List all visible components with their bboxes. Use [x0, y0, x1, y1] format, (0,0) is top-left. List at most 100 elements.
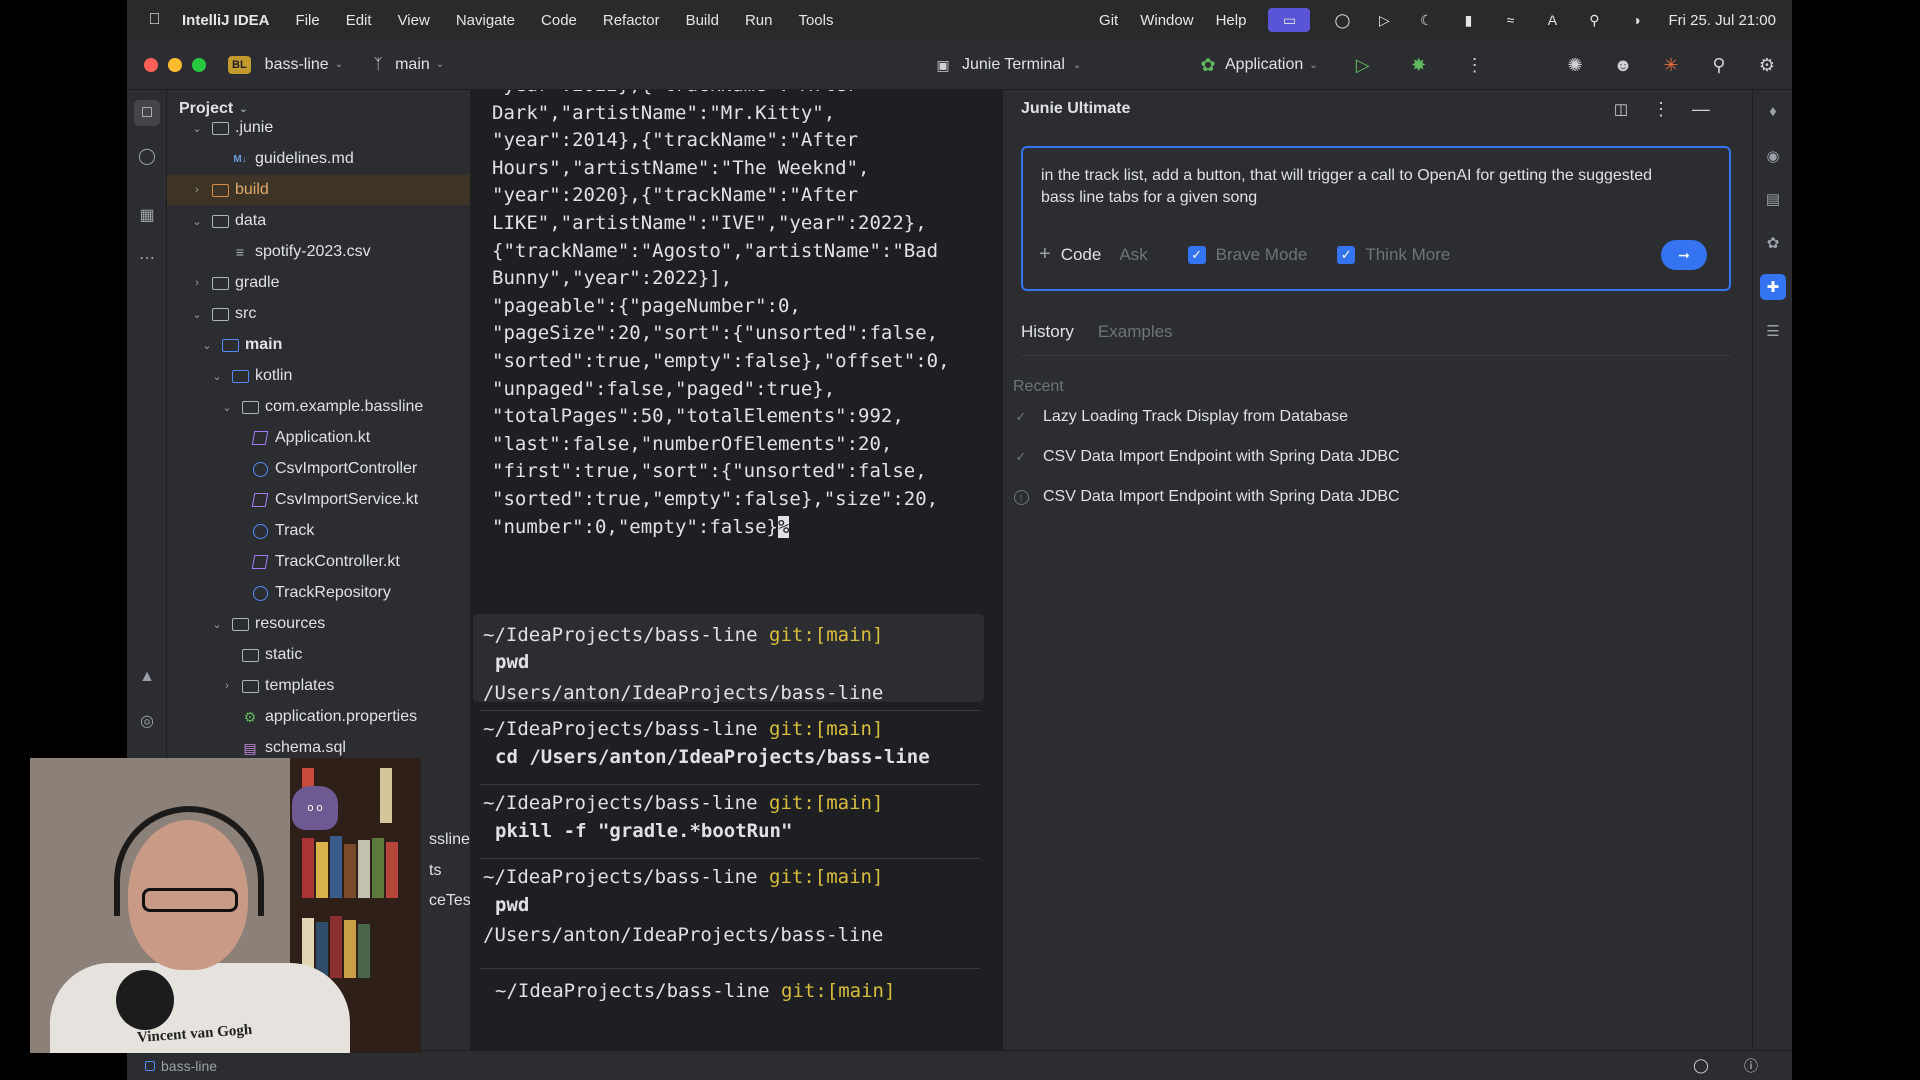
- chevron-down-icon[interactable]: ⌄: [199, 339, 215, 352]
- minimize-panel-icon[interactable]: —: [1690, 98, 1712, 120]
- commit-icon[interactable]: ◯: [136, 145, 158, 167]
- close-window-button[interactable]: [144, 57, 158, 72]
- tree-item-junie[interactable]: ⌄ .junie: [167, 113, 470, 143]
- input-source-icon[interactable]: A: [1542, 11, 1562, 29]
- tree-item-com-example-bassline[interactable]: ⌄ com.example.bassline: [167, 392, 470, 422]
- debug-icon[interactable]: ✸: [1408, 54, 1430, 76]
- structure-icon[interactable]: ▦: [136, 204, 158, 226]
- apple-menu-icon[interactable]: : [127, 11, 182, 29]
- terminal-command-block[interactable]: ~/IdeaProjects/bass-line git:[main] pkil…: [473, 792, 984, 852]
- menu-navigate[interactable]: Navigate: [456, 12, 515, 29]
- terminal-selector[interactable]: ▣ Junie Terminal ⌄: [932, 40, 1081, 90]
- list-icon[interactable]: ☰: [1762, 320, 1784, 342]
- ai-chat-icon[interactable]: ◉: [1762, 145, 1784, 167]
- database-icon[interactable]: ▤: [1762, 188, 1784, 210]
- tree-item-src[interactable]: ⌄ src: [167, 299, 470, 329]
- tree-item-main[interactable]: ⌄ main: [167, 330, 470, 360]
- tree-item-trackrepository[interactable]: TrackRepository: [167, 578, 470, 608]
- menu-run[interactable]: Run: [745, 12, 773, 29]
- zoom-window-button[interactable]: [192, 57, 206, 72]
- brave-mode-checkbox[interactable]: ✓: [1187, 245, 1206, 264]
- think-more-label[interactable]: Think More: [1365, 245, 1450, 265]
- tree-item-csvimportservice-kt[interactable]: CsvImportService.kt: [167, 485, 470, 515]
- tree-item-guidelines-md[interactable]: M↓ guidelines.md: [167, 144, 470, 174]
- terminal-command-block[interactable]: ~/IdeaProjects/bass-line git:[main] pwd …: [473, 866, 984, 956]
- menu-help[interactable]: Help: [1216, 12, 1247, 29]
- warning-icon[interactable]: ⓘ: [1740, 1055, 1762, 1077]
- minimize-window-button[interactable]: [168, 57, 182, 72]
- more-vertical-icon[interactable]: ⋮: [1464, 54, 1486, 76]
- brave-mode-label[interactable]: Brave Mode: [1216, 245, 1308, 265]
- services-icon[interactable]: ◎: [136, 710, 158, 732]
- tree-item-templates[interactable]: › templates: [167, 671, 470, 701]
- split-view-icon[interactable]: ◫: [1610, 98, 1632, 120]
- run-icon[interactable]: ▷: [1352, 54, 1374, 76]
- history-item[interactable]: ! CSV Data Import Endpoint with Spring D…: [1013, 488, 1400, 506]
- menu-edit[interactable]: Edit: [346, 12, 372, 29]
- active-prompt[interactable]: ~/IdeaProjects/bass-line git:[main]: [495, 980, 895, 1002]
- tree-item-track[interactable]: Track: [167, 516, 470, 546]
- menu-git[interactable]: Git: [1099, 12, 1118, 29]
- chevron-right-icon[interactable]: ›: [219, 680, 235, 692]
- tree-item-spotify-2023-csv[interactable]: ≡ spotify-2023.csv: [167, 237, 470, 267]
- chevron-right-icon[interactable]: ›: [189, 184, 205, 196]
- spotlight-search-icon[interactable]: ⚲: [1584, 11, 1604, 29]
- profiler-icon[interactable]: ▲: [136, 666, 158, 688]
- notifications-bell-icon[interactable]: ♦: [1762, 100, 1784, 122]
- screen-share-icon[interactable]: ▭: [1268, 8, 1311, 32]
- tree-item-build[interactable]: › build: [167, 175, 470, 205]
- tree-item-kotlin[interactable]: ⌄ kotlin: [167, 361, 470, 391]
- headphones-icon[interactable]: ◯: [1332, 11, 1352, 29]
- settings-gear-icon[interactable]: ⚙: [1756, 54, 1778, 76]
- tree-item-application-kt[interactable]: Application.kt: [167, 423, 470, 453]
- tree-item-gradle[interactable]: › gradle: [167, 268, 470, 298]
- history-item[interactable]: ✓ CSV Data Import Endpoint with Spring D…: [1013, 448, 1400, 466]
- tree-item-resources[interactable]: ⌄ resources: [167, 609, 470, 639]
- menubar-clock[interactable]: Fri 25. Jul 21:00: [1668, 12, 1776, 29]
- ai-assistant-icon[interactable]: ✺: [1564, 54, 1586, 76]
- branch-selector[interactable]: ᛉ main ⌄: [367, 54, 445, 76]
- mode-ask-button[interactable]: Ask: [1119, 245, 1147, 265]
- menu-app-name[interactable]: IntelliJ IDEA: [182, 12, 270, 29]
- run-config-selector[interactable]: ✿ Application ⌄: [1197, 54, 1317, 76]
- wifi-icon[interactable]: ≈: [1500, 11, 1520, 29]
- chevron-right-icon[interactable]: ›: [189, 277, 205, 289]
- history-item[interactable]: ✓ Lazy Loading Track Display from Databa…: [1013, 408, 1349, 426]
- moon-icon[interactable]: ☾: [1416, 11, 1436, 29]
- terminal-command-block[interactable]: ~/IdeaProjects/bass-line git:[main] pwd …: [473, 614, 984, 704]
- chevron-down-icon[interactable]: ⌄: [219, 401, 235, 414]
- more-vertical-icon[interactable]: ⋮: [1650, 98, 1672, 120]
- menu-view[interactable]: View: [398, 12, 430, 29]
- junie-icon[interactable]: ✚: [1760, 274, 1786, 300]
- code-with-me-icon[interactable]: ☻: [1612, 54, 1634, 76]
- breadcrumb[interactable]: bass-line: [145, 1058, 217, 1074]
- chevron-down-icon[interactable]: ⌄: [209, 618, 225, 631]
- mode-code-button[interactable]: Code: [1061, 245, 1102, 265]
- chevron-down-icon[interactable]: ⌄: [189, 308, 205, 321]
- tree-item-trackcontroller-kt[interactable]: TrackController.kt: [167, 547, 470, 577]
- project-folder-icon[interactable]: □: [134, 100, 160, 126]
- menu-build[interactable]: Build: [686, 12, 719, 29]
- junie-prompt-input[interactable]: in the track list, add a button, that wi…: [1041, 165, 1681, 209]
- junie-terminal[interactable]: "year":2022},{"trackName":"After Dark","a…: [470, 90, 1002, 1050]
- project-selector[interactable]: BL bass-line ⌄: [228, 55, 343, 74]
- chevron-down-icon[interactable]: ⌄: [209, 370, 225, 383]
- tab-history[interactable]: History: [1021, 322, 1074, 342]
- tree-item-data[interactable]: ⌄ data: [167, 206, 470, 236]
- junie-prompt-box[interactable]: in the track list, add a button, that wi…: [1021, 146, 1731, 291]
- tree-item-csvimportcontroller[interactable]: CsvImportController: [167, 454, 470, 484]
- menu-refactor[interactable]: Refactor: [603, 12, 660, 29]
- more-horizontal-icon[interactable]: ⋯: [136, 247, 158, 269]
- battery-icon[interactable]: ▮: [1458, 11, 1478, 29]
- junie-logo-icon[interactable]: ✳: [1660, 54, 1682, 76]
- add-context-icon[interactable]: +: [1039, 243, 1051, 266]
- menu-code[interactable]: Code: [541, 12, 577, 29]
- play-circle-icon[interactable]: ▷: [1374, 11, 1394, 29]
- tree-item-application-properties[interactable]: ⚙ application.properties: [167, 702, 470, 732]
- gradle-icon[interactable]: ✿: [1762, 232, 1784, 254]
- control-center-icon[interactable]: ◑: [1626, 11, 1646, 29]
- menu-file[interactable]: File: [296, 12, 320, 29]
- shield-icon[interactable]: ◯: [1690, 1055, 1712, 1077]
- think-more-checkbox[interactable]: ✓: [1337, 245, 1356, 264]
- chevron-down-icon[interactable]: ⌄: [189, 122, 205, 135]
